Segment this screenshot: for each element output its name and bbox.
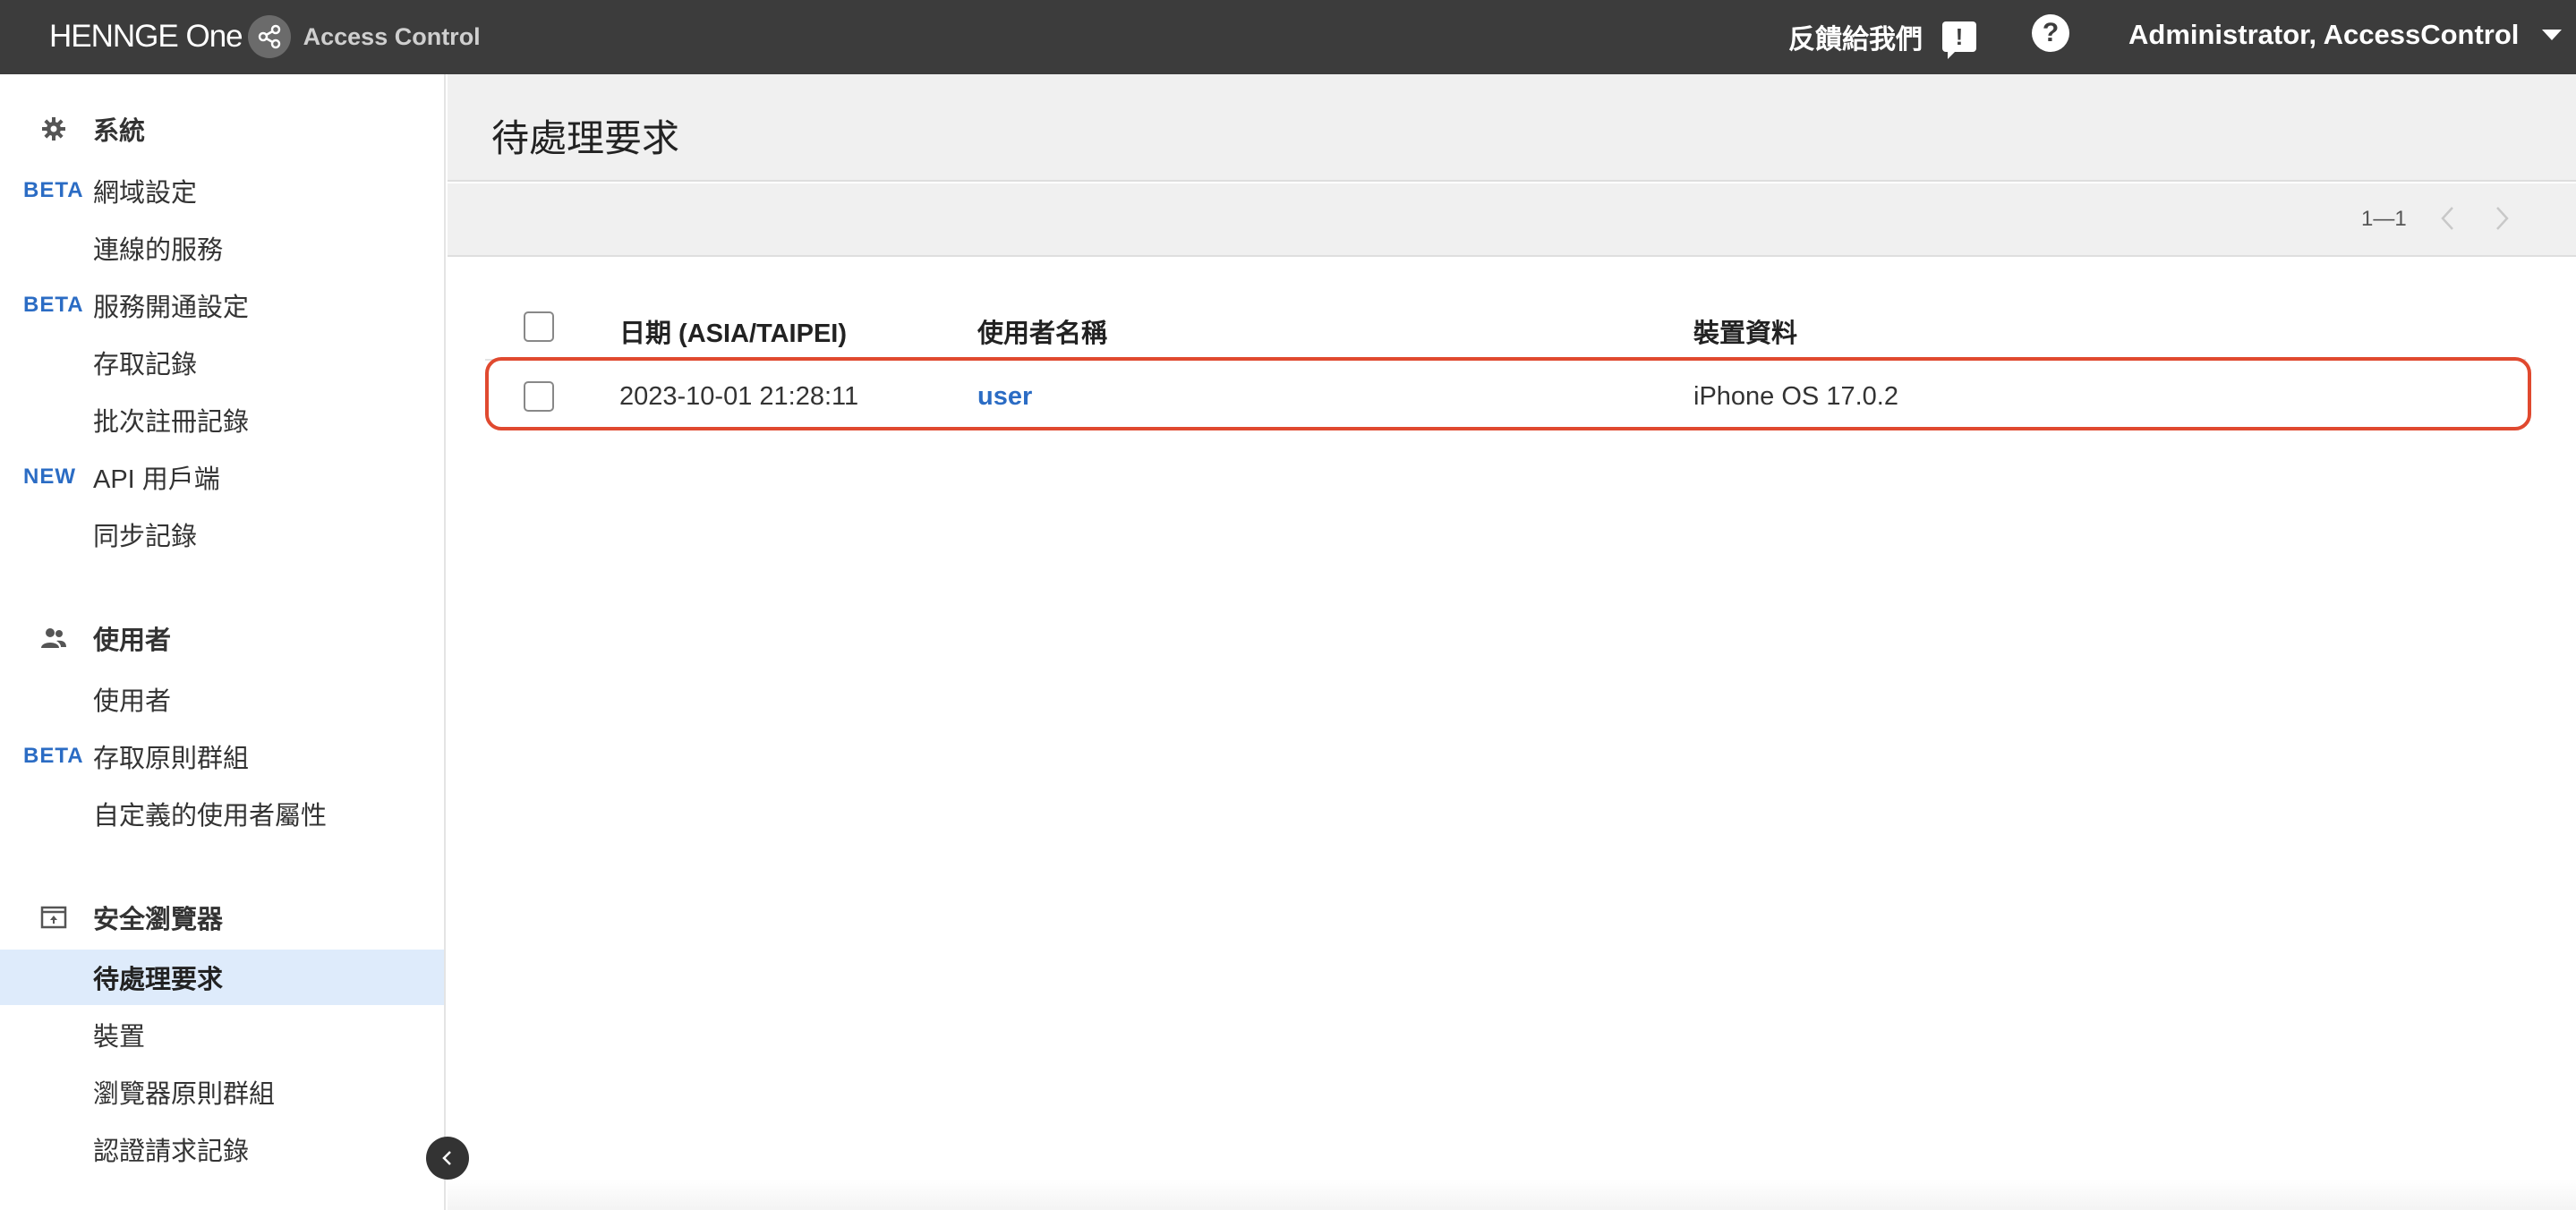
sidebar-item-batch-logs[interactable]: 批次註冊記錄 bbox=[0, 392, 444, 447]
sidebar: 系統 BETA 網域設定 連線的服務 BETA 服務開通設定 存取記錄 批次註冊… bbox=[0, 74, 446, 1210]
user-name: Administrator, AccessControl bbox=[2128, 19, 2520, 50]
sidebar-item-label: 瀏覽器原則群組 bbox=[93, 1080, 276, 1109]
chevron-right-icon[interactable] bbox=[2486, 203, 2517, 234]
sidebar-item-label: 網域設定 bbox=[93, 179, 198, 208]
chevron-left-icon bbox=[442, 1151, 451, 1165]
sidebar-item-label: 待處理要求 bbox=[93, 966, 224, 994]
feedback-button[interactable]: 反饋給我們 ! bbox=[1788, 16, 1976, 59]
collapse-sidebar-button[interactable] bbox=[426, 1137, 469, 1180]
sidebar-item-label: 同步記錄 bbox=[93, 523, 198, 551]
sidebar-item-api-clients[interactable]: NEW API 用戶端 bbox=[0, 449, 444, 505]
sidebar-item-label: 存取記錄 bbox=[93, 351, 198, 379]
sidebar-item-label: 批次註冊記錄 bbox=[93, 408, 250, 437]
sidebar-item-custom-attributes[interactable]: 自定義的使用者屬性 bbox=[0, 786, 444, 841]
section-system: 系統 bbox=[0, 111, 446, 147]
sidebar-item-label: 服務開通設定 bbox=[93, 294, 250, 322]
select-all-checkbox[interactable] bbox=[524, 311, 554, 342]
column-header-date[interactable]: 日期 (ASIA/TAIPEI) bbox=[619, 312, 847, 350]
top-bar: HENNGE One Access Control 反饋給我們 ! ? Admi… bbox=[0, 0, 2576, 74]
sidebar-item-sync-logs[interactable]: 同步記錄 bbox=[0, 507, 444, 562]
sidebar-item-label: 裝置 bbox=[93, 1023, 146, 1052]
beta-badge: BETA bbox=[23, 293, 84, 317]
table-toolbar: 1—1 bbox=[448, 183, 2576, 257]
table-header: 日期 (ASIA/TAIPEI) 使用者名稱 裝置資料 bbox=[485, 300, 2526, 354]
help-icon[interactable]: ? bbox=[2032, 14, 2069, 52]
page-title: 待處理要求 bbox=[491, 117, 680, 159]
sidebar-item-label: 存取原則群組 bbox=[93, 745, 250, 773]
sidebar-item-label: 使用者 bbox=[93, 687, 172, 716]
users-icon bbox=[39, 624, 68, 652]
brand-logo-link[interactable]: HENNGE One Access Control bbox=[49, 11, 481, 63]
main-content: 待處理要求 1—1 日期 (ASIA/TAIPEI) 使用者名稱 裝置資料 20… bbox=[448, 74, 2576, 1210]
user-menu-button[interactable]: Administrator, AccessControl bbox=[2128, 14, 2563, 55]
sidebar-item-auth-request-logs[interactable]: 認證請求記錄 bbox=[0, 1121, 444, 1177]
sidebar-item-label: API 用戶端 bbox=[93, 465, 220, 494]
footer-shadow bbox=[448, 1180, 2576, 1210]
sidebar-item-label: 連線的服務 bbox=[93, 236, 224, 265]
section-users: 使用者 bbox=[0, 620, 446, 656]
feedback-label: 反饋給我們 bbox=[1788, 25, 1923, 55]
highlight-annotation bbox=[485, 357, 2531, 430]
sidebar-item-connected-services[interactable]: 連線的服務 bbox=[0, 220, 444, 276]
new-badge: NEW bbox=[23, 464, 76, 489]
chevron-down-icon bbox=[2542, 30, 2563, 40]
brand-name: HENNGE One bbox=[49, 19, 243, 54]
section-title: 安全瀏覽器 bbox=[93, 906, 224, 934]
section-secure-browser: 安全瀏覽器 bbox=[0, 899, 446, 935]
sidebar-item-pending-requests[interactable]: 待處理要求 bbox=[0, 950, 444, 1005]
sidebar-item-provisioning[interactable]: BETA 服務開通設定 bbox=[0, 277, 444, 333]
gear-icon bbox=[39, 115, 68, 143]
product-name: Access Control bbox=[303, 22, 481, 50]
sidebar-item-access-policy-groups[interactable]: BETA 存取原則群組 bbox=[0, 729, 444, 784]
column-header-device[interactable]: 裝置資料 bbox=[1693, 312, 1797, 350]
share-logo-icon bbox=[247, 15, 291, 58]
sidebar-item-browser-policy-groups[interactable]: 瀏覽器原則群組 bbox=[0, 1064, 444, 1120]
column-header-username[interactable]: 使用者名稱 bbox=[977, 312, 1107, 350]
sidebar-item-domain-settings[interactable]: BETA 網域設定 bbox=[0, 163, 444, 218]
secure-browser-icon bbox=[39, 903, 68, 932]
beta-badge: BETA bbox=[23, 744, 84, 768]
chevron-left-icon[interactable] bbox=[2433, 203, 2463, 234]
sidebar-item-devices[interactable]: 裝置 bbox=[0, 1007, 444, 1062]
section-title: 系統 bbox=[93, 117, 146, 146]
sidebar-item-access-logs[interactable]: 存取記錄 bbox=[0, 335, 444, 390]
beta-badge: BETA bbox=[23, 178, 84, 202]
sidebar-item-users[interactable]: 使用者 bbox=[0, 671, 444, 727]
feedback-icon: ! bbox=[1942, 21, 1976, 59]
page-header: 待處理要求 bbox=[448, 74, 2576, 182]
section-title: 使用者 bbox=[93, 626, 172, 655]
sidebar-item-label: 認證請求記錄 bbox=[93, 1138, 250, 1166]
sidebar-item-label: 自定義的使用者屬性 bbox=[93, 802, 328, 831]
pagination-range: 1—1 bbox=[2361, 207, 2407, 231]
